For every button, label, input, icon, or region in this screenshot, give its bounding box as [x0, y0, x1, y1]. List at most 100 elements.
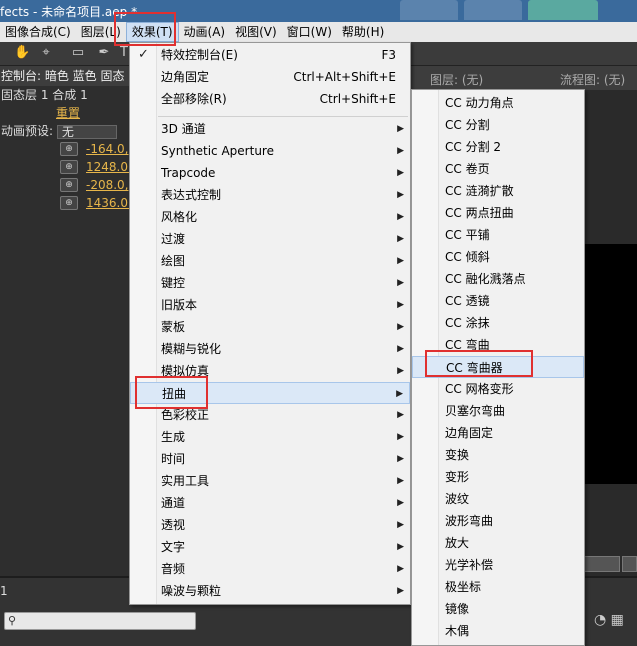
view-button[interactable]: [622, 556, 637, 572]
menu-item-shortcut: F3: [381, 48, 396, 62]
submenu-item[interactable]: 边角固定: [412, 422, 584, 444]
menu-item-remove-all[interactable]: 全部移除(R) Ctrl+Shift+E: [130, 88, 410, 110]
menu-item-category[interactable]: 风格化 ▶: [130, 206, 410, 228]
submenu-item[interactable]: 贝塞尔弯曲: [412, 400, 584, 422]
submenu-item[interactable]: CC 分割: [412, 114, 584, 136]
layer-label: 固态层 1 合成 1: [1, 88, 88, 102]
menu-help[interactable]: 帮助(H): [337, 22, 389, 42]
menu-item-category[interactable]: Trapcode ▶: [130, 162, 410, 184]
value-field[interactable]: -208.0,: [86, 176, 129, 194]
menu-window[interactable]: 窗口(W): [282, 22, 337, 42]
menu-item-category[interactable]: 蒙板 ▶: [130, 316, 410, 338]
submenu-item[interactable]: 变形: [412, 466, 584, 488]
submenu-item[interactable]: 木偶: [412, 620, 584, 642]
annotation-box-cc-bender: [425, 350, 533, 377]
menu-item-category[interactable]: 旧版本 ▶: [130, 294, 410, 316]
pen-tool-icon[interactable]: ✒: [96, 45, 112, 61]
target-icon[interactable]: ⊕: [60, 196, 78, 210]
submenu-item[interactable]: 极坐标: [412, 576, 584, 598]
camera-tool-icon[interactable]: ⌖: [38, 45, 54, 61]
submenu-item-label: CC 倾斜: [445, 250, 490, 264]
taskbar-tab[interactable]: [464, 0, 522, 20]
timeline-search-input[interactable]: ⚲: [4, 612, 196, 630]
submenu-item[interactable]: CC 卷页: [412, 158, 584, 180]
menu-item-category[interactable]: 文字 ▶: [130, 536, 410, 558]
target-icon[interactable]: ⊕: [60, 160, 78, 174]
view-dropdown[interactable]: [580, 556, 620, 572]
menu-item-category[interactable]: 实用工具 ▶: [130, 470, 410, 492]
submenu-item[interactable]: CC 透镜: [412, 290, 584, 312]
submenu-item[interactable]: CC 分割 2: [412, 136, 584, 158]
menu-separator: [158, 116, 408, 117]
graph-editor-icon[interactable]: ▦: [611, 612, 624, 628]
menu-item-corner-pin[interactable]: 边角固定 Ctrl+Alt+Shift+E: [130, 66, 410, 88]
submenu-item[interactable]: CC 两点扭曲: [412, 202, 584, 224]
submenu-arrow-icon: ▶: [396, 389, 403, 399]
menu-item-category[interactable]: 过渡 ▶: [130, 228, 410, 250]
submenu-item[interactable]: CC 网格变形: [412, 378, 584, 400]
menu-item-category[interactable]: 音频 ▶: [130, 558, 410, 580]
menu-item-label: 旧版本: [161, 298, 198, 312]
submenu-item-label: 放大: [445, 536, 470, 550]
hand-tool-icon[interactable]: ✋: [14, 45, 30, 61]
submenu-item-label: CC 网格变形: [445, 382, 514, 396]
flowchart-label[interactable]: 流程图: (无): [560, 71, 625, 88]
taskbar-tab[interactable]: [528, 0, 598, 20]
search-icon: ⚲: [8, 614, 17, 627]
title-bar: fects - 未命名项目.aep *: [0, 0, 637, 22]
submenu-item[interactable]: 镜像: [412, 598, 584, 620]
submenu-item-label: CC 动力角点: [445, 96, 514, 110]
value-row: ⊕ -164.0,: [0, 140, 132, 158]
menu-item-category[interactable]: 时间 ▶: [130, 448, 410, 470]
menu-item-category[interactable]: 透视 ▶: [130, 514, 410, 536]
submenu-item[interactable]: 放大: [412, 532, 584, 554]
menu-item-category[interactable]: 噪波与颗粒 ▶: [130, 580, 410, 602]
rectangle-tool-icon[interactable]: ▭: [70, 45, 86, 61]
timeline-tab[interactable]: 1: [0, 584, 8, 598]
layer-panel-label[interactable]: 图层: (无): [430, 71, 483, 88]
menu-composition[interactable]: 图像合成(C): [0, 22, 76, 42]
menu-item-category[interactable]: 通道 ▶: [130, 492, 410, 514]
preset-select[interactable]: 无: [56, 124, 117, 139]
submenu-item[interactable]: 光学补偿: [412, 554, 584, 576]
submenu-item[interactable]: CC 动力角点: [412, 92, 584, 114]
menu-item-category[interactable]: 表达式控制 ▶: [130, 184, 410, 206]
submenu-item[interactable]: CC 涟漪扩散: [412, 180, 584, 202]
submenu-arrow-icon: ▶: [397, 520, 404, 530]
value-field[interactable]: 1248.0,: [86, 158, 132, 176]
menu-item-label: 文字: [161, 540, 186, 554]
submenu-item-label: 边角固定: [445, 426, 494, 440]
menu-item-category[interactable]: 键控 ▶: [130, 272, 410, 294]
value-field[interactable]: -164.0,: [86, 140, 129, 158]
submenu-item[interactable]: 变换: [412, 444, 584, 466]
composition-view[interactable]: [580, 244, 637, 484]
submenu-item[interactable]: 波纹: [412, 488, 584, 510]
submenu-arrow-icon: ▶: [397, 278, 404, 288]
motion-blur-icon[interactable]: ◔: [594, 612, 606, 628]
menu-item-effect-controls[interactable]: ✓ 特效控制台(E) F3: [130, 44, 410, 66]
menu-item-category[interactable]: 3D 通道 ▶: [130, 118, 410, 140]
submenu-item[interactable]: 波形弯曲: [412, 510, 584, 532]
target-icon[interactable]: ⊕: [60, 142, 78, 156]
submenu-item-label: 木偶: [445, 624, 470, 638]
submenu-item[interactable]: CC 平铺: [412, 224, 584, 246]
submenu-item-label: CC 分割: [445, 118, 490, 132]
submenu-item[interactable]: CC 涂抹: [412, 312, 584, 334]
submenu-arrow-icon: ▶: [397, 190, 404, 200]
menu-item-category[interactable]: Synthetic Aperture ▶: [130, 140, 410, 162]
menu-item-label: 噪波与颗粒: [161, 584, 222, 598]
submenu-item[interactable]: CC 倾斜: [412, 246, 584, 268]
menu-item-category[interactable]: 模糊与锐化 ▶: [130, 338, 410, 360]
menu-view[interactable]: 视图(V): [230, 22, 282, 42]
taskbar-tab[interactable]: [400, 0, 458, 20]
submenu-item[interactable]: CC 融化溅落点: [412, 268, 584, 290]
target-icon[interactable]: ⊕: [60, 178, 78, 192]
reset-link[interactable]: 重置: [0, 104, 132, 122]
value-field[interactable]: 1436.0,: [86, 194, 132, 212]
submenu-item-label: CC 融化溅落点: [445, 272, 526, 286]
menu-animation[interactable]: 动画(A): [179, 22, 231, 42]
menu-item-label: 过渡: [161, 232, 186, 246]
menu-item-category[interactable]: 生成 ▶: [130, 426, 410, 448]
menu-item-label: 风格化: [161, 210, 198, 224]
menu-item-category[interactable]: 绘图 ▶: [130, 250, 410, 272]
